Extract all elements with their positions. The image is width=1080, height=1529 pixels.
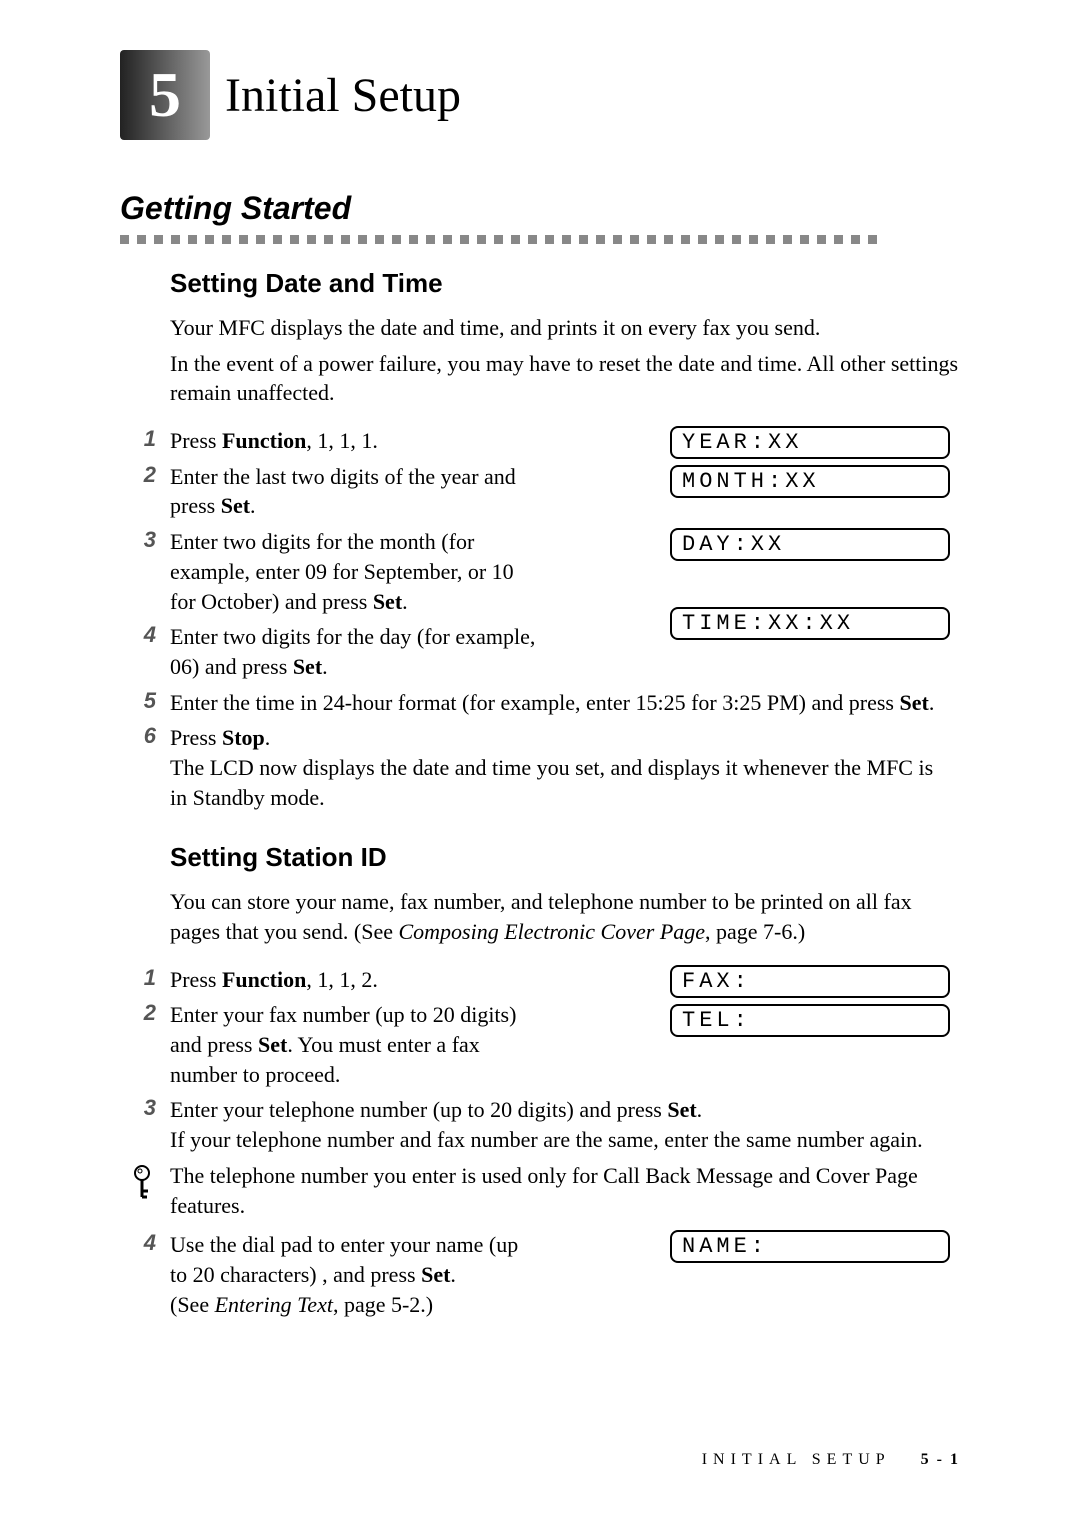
step-number: 3 — [120, 527, 170, 553]
key-icon — [130, 1161, 170, 1207]
station-intro: You can store your name, fax number, and… — [170, 887, 960, 946]
lcd-time: TIME:XX:XX — [670, 607, 950, 640]
section-divider — [120, 235, 960, 244]
subsection-station-title: Setting Station ID — [170, 842, 960, 873]
lcd-month: MONTH:XX — [670, 465, 950, 498]
step-number: 5 — [120, 688, 170, 714]
note-text: The telephone number you enter is used o… — [170, 1161, 960, 1220]
chapter-header: 5 Initial Setup — [120, 50, 960, 140]
date-step-3: 3 Enter two digits for the month (for ex… — [120, 527, 670, 616]
lcd-tel: TEL: — [670, 1004, 950, 1037]
date-step-1: 1 Press Function, 1, 1, 1. — [120, 426, 670, 456]
station-step-4: 4 Use the dial pad to enter your name (u… — [120, 1230, 670, 1319]
lcd-day: DAY:XX — [670, 528, 950, 561]
date-intro-1: Your MFC displays the date and time, and… — [170, 313, 960, 343]
date-intro-2: In the event of a power failure, you may… — [170, 349, 960, 408]
date-step-4: 4 Enter two digits for the day (for exam… — [120, 622, 670, 681]
page-footer: INITIAL SETUP 5 - 1 — [702, 1451, 960, 1469]
station-step-2: 2 Enter your fax number (up to 20 digits… — [120, 1000, 670, 1089]
date-step-6: 6 Press Stop. The LCD now displays the d… — [120, 723, 960, 812]
footer-page: 5 - 1 — [921, 1451, 960, 1468]
step-text: Press Function, 1, 1, 2. — [170, 965, 550, 995]
step-number: 3 — [120, 1095, 170, 1121]
station-step-1: 1 Press Function, 1, 1, 2. — [120, 965, 670, 995]
step-text: Enter two digits for the month (for exam… — [170, 527, 550, 616]
step-number: 1 — [120, 965, 170, 991]
note: The telephone number you enter is used o… — [130, 1161, 960, 1220]
date-step-2: 2 Enter the last two digits of the year … — [120, 462, 670, 521]
step-text: Enter the last two digits of the year an… — [170, 462, 550, 521]
lcd-name: NAME: — [670, 1230, 950, 1263]
date-step-5: 5 Enter the time in 24-hour format (for … — [120, 688, 960, 718]
step-text: Press Function, 1, 1, 1. — [170, 426, 550, 456]
step-number: 6 — [120, 723, 170, 749]
chapter-title: Initial Setup — [225, 68, 461, 123]
section-title: Getting Started — [120, 190, 960, 227]
step-number: 4 — [120, 622, 170, 648]
step-text: Enter two digits for the day (for exampl… — [170, 622, 550, 681]
subsection-date-title: Setting Date and Time — [170, 268, 960, 299]
step-number: 1 — [120, 426, 170, 452]
step-text: Press Stop. The LCD now displays the dat… — [170, 723, 960, 812]
step-text: Enter your fax number (up to 20 digits) … — [170, 1000, 550, 1089]
chapter-number-box: 5 — [120, 50, 210, 140]
station-step-3: 3 Enter your telephone number (up to 20 … — [120, 1095, 960, 1154]
lcd-year: YEAR:XX — [670, 426, 950, 459]
chapter-number: 5 — [149, 58, 181, 132]
step-text: Enter the time in 24-hour format (for ex… — [170, 688, 960, 718]
step-number: 2 — [120, 462, 170, 488]
step-text: Use the dial pad to enter your name (up … — [170, 1230, 550, 1319]
step-text: Enter your telephone number (up to 20 di… — [170, 1095, 960, 1154]
step-number: 4 — [120, 1230, 170, 1256]
step-number: 2 — [120, 1000, 170, 1026]
lcd-fax: FAX: — [670, 965, 950, 998]
footer-label: INITIAL SETUP — [702, 1451, 891, 1468]
